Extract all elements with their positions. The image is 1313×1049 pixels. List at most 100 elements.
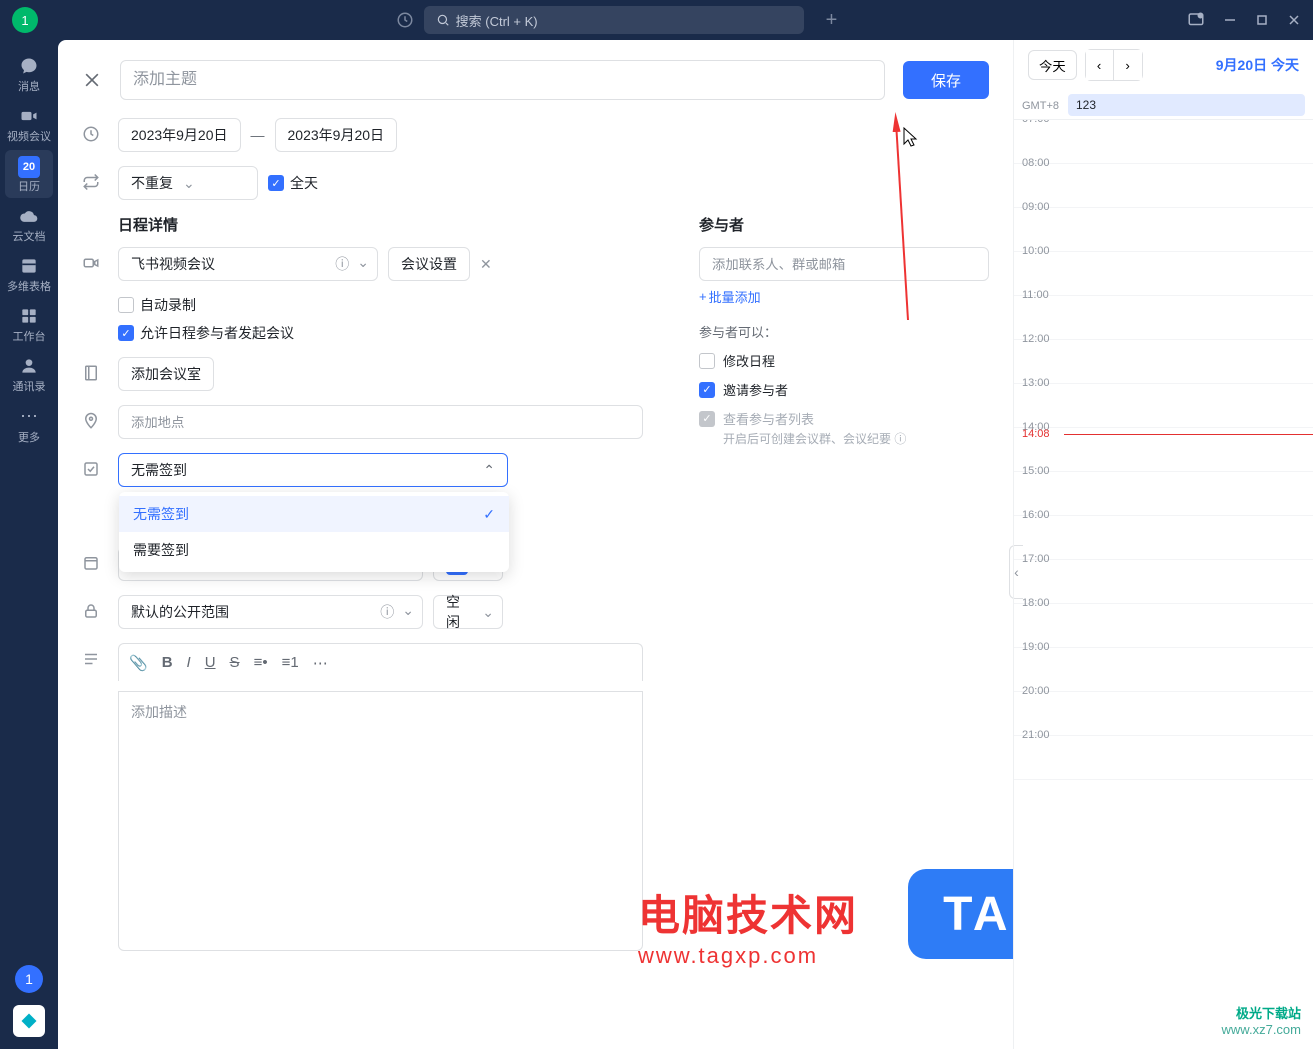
visibility-select[interactable]: 默认的公开范围 ⓘ ⌄ xyxy=(118,595,423,629)
sidebar-item-more[interactable]: ⋯ 更多 xyxy=(5,400,53,449)
allday-label: 全天 xyxy=(290,173,318,193)
allday-checkbox[interactable]: ✓ 全天 xyxy=(268,173,318,193)
new-tab-button[interactable]: + xyxy=(826,9,838,32)
repeat-select[interactable]: 不重复 ⌄ xyxy=(118,166,258,200)
more-icon: ⋯ xyxy=(20,406,38,427)
italic-button[interactable]: I xyxy=(187,654,191,671)
chevron-down-icon: ⌄ xyxy=(357,254,369,274)
strike-button[interactable]: S xyxy=(230,654,240,671)
close-button[interactable] xyxy=(82,70,102,90)
checkin-select[interactable]: 无需签到 ⌃ 无需签到 ✓ 需要签到 xyxy=(118,453,508,487)
chevron-down-icon: ⌄ xyxy=(402,602,414,622)
current-time-label: 14:08 xyxy=(1022,428,1050,440)
history-icon[interactable] xyxy=(396,11,414,29)
search-input[interactable]: 搜索 (Ctrl + K) xyxy=(424,6,804,34)
checkin-value: 无需签到 xyxy=(131,460,187,480)
add-room-button[interactable]: 添加会议室 xyxy=(118,357,214,391)
day-view-panel: 今天 ‹ › 9月20日 今天 GMT+8 123 07:00 08:00 09… xyxy=(1013,40,1313,1049)
sidebar-item-label: 通讯录 xyxy=(13,378,46,394)
batch-add-button[interactable]: + 批量添加 xyxy=(699,287,989,306)
sidebar-item-calendar[interactable]: 20 日历 xyxy=(5,150,53,198)
minimize-button[interactable] xyxy=(1223,13,1237,27)
attach-icon[interactable]: 📎 xyxy=(129,654,148,672)
perm-invite-checkbox[interactable]: ✓ 邀请参与者 xyxy=(699,380,989,399)
description-editor[interactable]: 添加描述 xyxy=(118,691,643,951)
underline-button[interactable]: U xyxy=(205,654,216,671)
repeat-icon xyxy=(82,173,100,191)
description-icon xyxy=(82,650,100,668)
more-format-button[interactable]: ⋯ xyxy=(313,654,328,672)
perm-modify-checkbox[interactable]: 修改日程 xyxy=(699,351,989,370)
meeting-settings-button[interactable]: 会议设置 xyxy=(388,247,470,281)
sidebar-item-docs[interactable]: 云文档 xyxy=(5,200,53,248)
meeting-type-value: 飞书视频会议 xyxy=(131,254,215,274)
calendar-select-icon xyxy=(82,554,100,572)
search-icon xyxy=(436,13,450,27)
repeat-value: 不重复 xyxy=(131,173,173,193)
current-time-indicator xyxy=(1064,434,1313,435)
perm-viewlist-checkbox: ✓ 查看参与者列表 xyxy=(699,409,989,428)
sidebar-item-workspace[interactable]: 工作台 xyxy=(5,300,53,348)
next-day-button[interactable]: › xyxy=(1114,50,1142,80)
plus-icon: + xyxy=(699,289,707,304)
clear-meeting-icon[interactable]: ✕ xyxy=(480,256,492,273)
sidebar-item-label: 视频会议 xyxy=(7,128,51,144)
auto-record-checkbox[interactable]: 自动录制 xyxy=(118,295,643,315)
bottom-badge[interactable]: 1 xyxy=(15,965,43,993)
perms-title: 参与者可以： xyxy=(699,322,989,341)
sidebar-item-label: 更多 xyxy=(18,429,40,445)
info-icon: ⓘ xyxy=(335,254,349,274)
maximize-button[interactable] xyxy=(1255,13,1269,27)
video-icon xyxy=(19,106,39,126)
titlebar: 1 搜索 (Ctrl + K) + xyxy=(0,0,1313,40)
calendar-icon: 20 xyxy=(18,156,40,178)
allow-start-label: 允许日程参与者发起会议 xyxy=(140,323,294,343)
timezone-label: GMT+8 xyxy=(1022,100,1059,112)
sidebar-item-label: 日历 xyxy=(18,178,40,194)
save-button[interactable]: 保存 xyxy=(903,61,989,99)
info-icon: ⓘ xyxy=(380,602,394,622)
app-logo[interactable] xyxy=(13,1005,45,1037)
sidebar-item-video[interactable]: 视频会议 xyxy=(5,100,53,148)
lock-icon xyxy=(82,602,100,620)
time-grid[interactable]: 07:00 08:00 09:00 10:00 11:00 12:00 13:0… xyxy=(1014,120,1313,1049)
details-title: 日程详情 xyxy=(118,214,643,235)
sidebar-item-messages[interactable]: 消息 xyxy=(5,50,53,98)
date-separator: — xyxy=(251,127,265,143)
busy-status-select[interactable]: 空闲 ⌄ xyxy=(433,595,503,629)
allow-start-meeting-checkbox[interactable]: ✓ 允许日程参与者发起会议 xyxy=(118,323,643,343)
current-date-label: 9月20日 今天 xyxy=(1216,55,1299,75)
participants-input[interactable] xyxy=(699,247,989,281)
meeting-type-select[interactable]: 飞书视频会议 ⓘ ⌄ xyxy=(118,247,378,281)
bullet-list-button[interactable]: ≡• xyxy=(254,654,268,671)
number-list-button[interactable]: ≡1 xyxy=(282,654,299,671)
checkin-icon xyxy=(82,460,100,478)
end-date-field[interactable]: 2023年9月20日 xyxy=(275,118,398,152)
user-avatar[interactable]: 1 xyxy=(12,7,38,33)
location-icon xyxy=(82,412,100,430)
clock-icon xyxy=(82,125,100,143)
event-form: 保存 2023年9月20日 — 2023年9月20日 xyxy=(58,40,1013,1049)
sidebar-item-contacts[interactable]: 通讯录 xyxy=(5,350,53,398)
location-input[interactable] xyxy=(118,405,643,439)
checkin-option-required[interactable]: 需要签到 xyxy=(119,532,509,568)
sidebar-item-label: 云文档 xyxy=(13,228,46,244)
room-icon xyxy=(82,364,100,382)
participants-title: 参与者 xyxy=(699,214,989,235)
sidebar-item-label: 工作台 xyxy=(13,328,46,344)
today-button[interactable]: 今天 xyxy=(1028,50,1077,80)
close-window-button[interactable] xyxy=(1287,13,1301,27)
search-placeholder: 搜索 (Ctrl + K) xyxy=(456,11,538,30)
sidebar-item-label: 消息 xyxy=(18,78,40,94)
contacts-icon xyxy=(19,356,39,376)
prev-day-button[interactable]: ‹ xyxy=(1086,50,1114,80)
sidebar-item-bitable[interactable]: 多维表格 xyxy=(5,250,53,298)
allday-event[interactable]: 123 xyxy=(1068,94,1305,116)
bold-button[interactable]: B xyxy=(162,654,173,671)
visibility-value: 默认的公开范围 xyxy=(131,602,229,622)
subject-input[interactable] xyxy=(120,60,885,100)
apps-icon xyxy=(19,306,39,326)
checkin-option-none[interactable]: 无需签到 ✓ xyxy=(119,496,509,532)
start-date-field[interactable]: 2023年9月20日 xyxy=(118,118,241,152)
notification-icon[interactable] xyxy=(1187,11,1205,29)
